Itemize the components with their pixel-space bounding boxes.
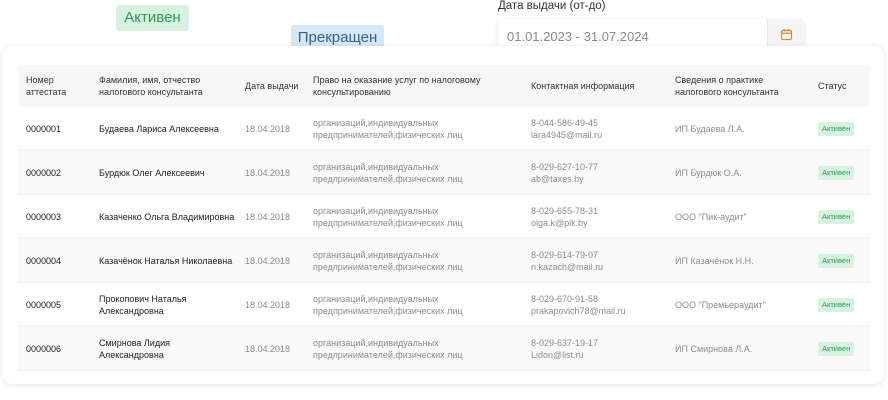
cell-practice: ООО "Премьераудит" <box>675 299 766 310</box>
table-row[interactable]: 0000004 Казачёнок Наталья Николаевна 18.04… <box>18 239 870 283</box>
calendar-icon <box>780 28 793 46</box>
cell-status: Активен <box>810 341 870 356</box>
cell-date: 18.04.2018 <box>245 255 291 266</box>
status-badge: Активен <box>818 121 855 136</box>
header-number[interactable]: Номер аттестата <box>18 74 91 98</box>
header-right[interactable]: Право на оказание услуг по налоговому ко… <box>305 74 523 98</box>
cell-status: Активен <box>810 253 870 268</box>
contact-phone: 8-029-637-19-17 <box>531 337 599 348</box>
contact-phone: 8-029-670-91-58 <box>531 293 599 304</box>
table-body: 0000001 Будаева Лариса Алексеевна 18.04.20… <box>18 107 870 371</box>
table-row[interactable]: 0000003 Казаченко Ольга Владимировна 18.04… <box>18 195 870 239</box>
status-badge: Активен <box>818 341 855 356</box>
cell-number: 0000004 <box>26 255 62 266</box>
cell-contact: 8-029-637-19-17 Lidon@list.ru <box>523 337 667 361</box>
cell-contact: 8-029-614-79-07 n.kazach@mail.ru <box>523 249 667 273</box>
status-active-chip[interactable]: Активен <box>116 5 189 31</box>
cell-name: Прокопович Наталья Александровна <box>99 293 187 316</box>
cell-practice: ИП Казачёнок Н.Н. <box>675 255 754 266</box>
header-status[interactable]: Статус <box>810 80 870 92</box>
cell-practice: ИП Бурдюк О.А. <box>675 167 742 178</box>
contact-phone: 8-044-586-49-45 <box>531 117 599 128</box>
cell-right: организаций,индивидуальных предпринимате… <box>313 161 463 184</box>
cell-practice: ИП Будаева Л.А. <box>675 123 745 134</box>
contact-phone: 8-029-627-10-77 <box>531 161 599 172</box>
cell-date: 18.04.2018 <box>245 299 291 310</box>
contact-email[interactable]: olga.k@pik.by <box>531 217 667 229</box>
cell-date: 18.04.2018 <box>245 211 291 222</box>
cell-right: организаций,индивидуальных предпринимате… <box>313 117 463 140</box>
cell-status: Активен <box>810 209 870 224</box>
cell-contact: 8-029-670-91-58 prakapovich78@mail.ru <box>523 293 667 317</box>
cell-name: Бурдюк Олег Алексеевич <box>99 167 205 178</box>
cell-status: Активен <box>810 297 870 312</box>
cell-right: организаций,индивидуальных предпринимате… <box>313 293 463 316</box>
table-row[interactable]: 0000002 Бурдюк Олег Алексеевич 18.04.2018 о… <box>18 151 870 195</box>
cell-name: Казаченко Ольга Владимировна <box>99 211 235 222</box>
cell-number: 0000006 <box>26 343 62 354</box>
header-name[interactable]: Фамилия, имя, отчество налогового консул… <box>91 74 237 98</box>
cell-name: Будаева Лариса Алексеевна <box>99 123 219 134</box>
status-badge: Активен <box>818 253 855 268</box>
contact-email[interactable]: Lidon@list.ru <box>531 349 667 361</box>
header-date[interactable]: Дата выдачи <box>237 80 305 92</box>
contact-email[interactable]: lara4945@mail.ru <box>531 129 667 141</box>
status-badge: Активен <box>818 165 855 180</box>
cell-right: организаций,индивидуальных предпринимате… <box>313 205 463 228</box>
table-header: Номер аттестата Фамилия, имя, отчество н… <box>18 65 870 107</box>
cell-date: 18.04.2018 <box>245 123 291 134</box>
cell-practice: ООО "Пик-аудит" <box>675 211 747 222</box>
header-practice[interactable]: Сведения о практике налогового консульта… <box>667 74 810 98</box>
date-filter-label: Дата выдачи (от-до) <box>498 0 606 12</box>
consultants-table: Номер аттестата Фамилия, имя, отчество н… <box>18 65 870 371</box>
consultants-card: Номер аттестата Фамилия, имя, отчество н… <box>2 46 884 384</box>
contact-email[interactable]: n.kazach@mail.ru <box>531 261 667 273</box>
cell-contact: 8-029-655-78-31 olga.k@pik.by <box>523 205 667 229</box>
cell-number: 0000002 <box>26 167 62 178</box>
cell-contact: 8-029-627-10-77 ab@taxes.by <box>523 161 667 185</box>
cell-contact: 8-044-586-49-45 lara4945@mail.ru <box>523 117 667 141</box>
cell-right: организаций,индивидуальных предпринимате… <box>313 337 463 360</box>
contact-phone: 8-029-655-78-31 <box>531 205 599 216</box>
cell-date: 18.04.2018 <box>245 343 291 354</box>
cell-number: 0000001 <box>26 123 62 134</box>
contact-phone: 8-029-614-79-07 <box>531 249 599 260</box>
status-badge: Активен <box>818 209 855 224</box>
cell-right: организаций,индивидуальных предпринимате… <box>313 249 463 272</box>
table-row[interactable]: 0000001 Будаева Лариса Алексеевна 18.04.20… <box>18 107 870 151</box>
table-row[interactable]: 0000005 Прокопович Наталья Александровна 1… <box>18 283 870 327</box>
cell-number: 0000003 <box>26 211 62 222</box>
contact-email[interactable]: ab@taxes.by <box>531 173 667 185</box>
table-row[interactable]: 0000006 Смирнова Лидия Александровна 18.04… <box>18 327 870 371</box>
cell-status: Активен <box>810 165 870 180</box>
cell-name: Смирнова Лидия Александровна <box>99 337 170 360</box>
cell-date: 18.04.2018 <box>245 167 291 178</box>
cell-status: Активен <box>810 121 870 136</box>
header-contact[interactable]: Контактная информация <box>523 80 667 92</box>
cell-practice: ИП Смирнова Л.А. <box>675 343 753 354</box>
cell-number: 0000005 <box>26 299 62 310</box>
cell-name: Казачёнок Наталья Николаевна <box>99 255 233 266</box>
status-badge: Активен <box>818 297 855 312</box>
contact-email[interactable]: prakapovich78@mail.ru <box>531 305 667 317</box>
